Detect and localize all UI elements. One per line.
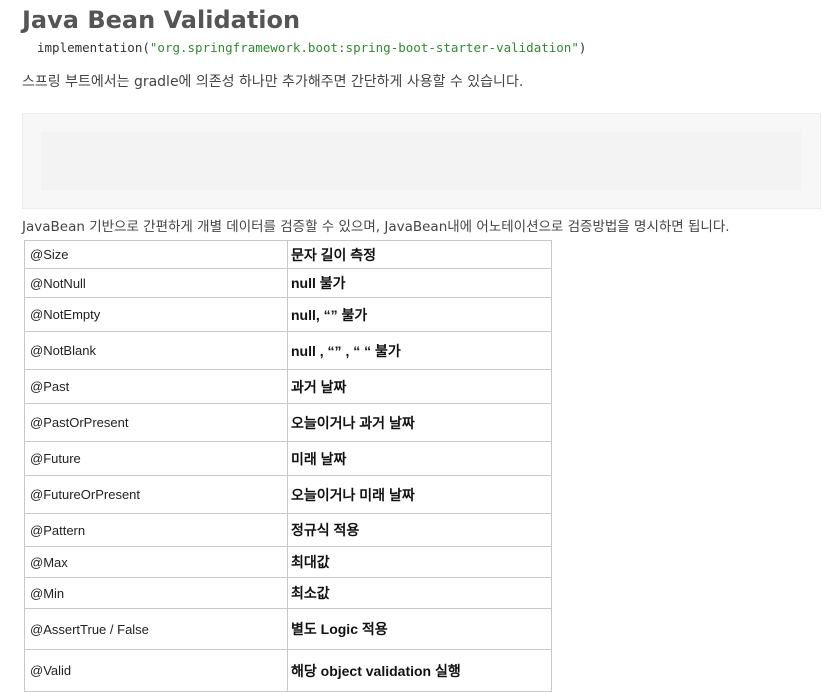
table-row: @NotEmpty null, “” 불가 [24,297,552,332]
meaning-cell: 최소값 [287,577,552,609]
annotation-cell: @Valid [24,649,288,692]
code-string: "org.springframework.boot:spring-boot-st… [149,40,579,55]
table-row: @NotBlank null , “” , “ “ 불가 [24,331,552,370]
meaning-cell: null , “” , “ “ 불가 [287,331,552,370]
table-row: @Future 미래 날짜 [24,441,552,476]
annotation-cell: @Pattern [24,513,288,547]
code-suffix: ) [578,40,587,55]
annotation-cell: @Future [24,441,288,476]
annotation-cell: @NotNull [24,268,288,298]
table-row: @Min 최소값 [24,577,552,609]
annotation-cell: @PastOrPresent [24,403,288,442]
table-row: @Past 과거 날짜 [24,369,552,404]
annotation-cell: @NotEmpty [24,297,288,332]
annotation-cell: @Max [24,546,288,578]
code-block-inner [41,132,801,190]
code-block [22,113,821,209]
meaning-cell: null 불가 [287,268,552,298]
table-row: @Valid 해당 object validation 실행 [24,649,552,692]
code-prefix: implementation( [37,40,150,55]
meaning-cell: 오늘이거나 미래 날짜 [287,475,552,514]
page: Java Bean Validation 스프링 부트에서는 gradle에 의… [0,0,823,692]
annotation-cell: @Past [24,369,288,404]
meaning-cell: 해당 object validation 실행 [287,649,552,692]
meaning-cell: 과거 날짜 [287,369,552,404]
table-row: @AssertTrue / False 별도 Logic 적용 [24,608,552,650]
table-row: @PastOrPresent 오늘이거나 과거 날짜 [24,403,552,442]
annotation-cell: @FutureOrPresent [24,475,288,514]
table-row: @NotNull null 불가 [24,268,552,298]
page-title: Java Bean Validation [22,6,301,34]
annotation-cell: @Min [24,577,288,609]
annotation-cell: @AssertTrue / False [24,608,288,650]
intro-paragraph: 스프링 부트에서는 gradle에 의존성 하나만 추가해주면 간단하게 사용할… [22,74,524,90]
meaning-cell: 오늘이거나 과거 날짜 [287,403,552,442]
meaning-cell: null, “” 불가 [287,297,552,332]
table-row: @Max 최대값 [24,546,552,578]
code-line: implementation("org.springframework.boot… [37,40,586,55]
meaning-cell: 정규식 적용 [287,513,552,547]
table-row: @FutureOrPresent 오늘이거나 미래 날짜 [24,475,552,514]
table-row: @Size 문자 길이 측정 [24,240,552,269]
meaning-cell: 별도 Logic 적용 [287,608,552,650]
description-paragraph: JavaBean 기반으로 간편하게 개별 데이터를 검증할 수 있으며, Ja… [22,219,730,235]
table-row: @Pattern 정규식 적용 [24,513,552,547]
annotation-cell: @NotBlank [24,331,288,370]
meaning-cell: 문자 길이 측정 [287,240,552,269]
annotation-cell: @Size [24,240,288,269]
annotation-table: @Size 문자 길이 측정 @NotNull null 불가 @NotEmpt… [24,240,552,692]
meaning-cell: 최대값 [287,546,552,578]
meaning-cell: 미래 날짜 [287,441,552,476]
